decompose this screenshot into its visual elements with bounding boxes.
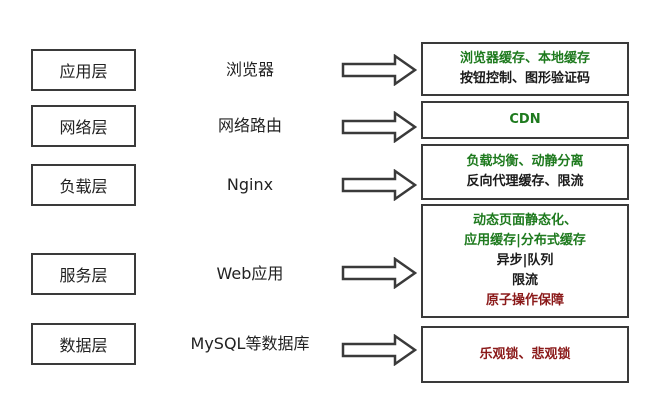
right-arrow-icon (341, 334, 417, 366)
layer-label: 应用层 (59, 62, 108, 81)
layer-box-application: 应用层 (31, 49, 136, 91)
layer-label: 数据层 (59, 336, 108, 355)
solution-line: CDN (509, 112, 541, 127)
solution-line: 动态页面静态化、 (472, 213, 577, 228)
right-arrow-icon (341, 111, 417, 143)
layer-box-service: 服务层 (31, 253, 136, 295)
tech-label-routing: 网络路由 (217, 116, 282, 135)
solution-box-application: 浏览器缓存、本地缓存 按钮控制、图形验证码 (421, 42, 629, 96)
right-arrow-icon (341, 257, 417, 289)
layer-box-load: 负载层 (31, 164, 136, 206)
solution-line: 浏览器缓存、本地缓存 (459, 51, 590, 66)
solution-line: 应用缓存|分布式缓存 (464, 233, 586, 248)
solution-line: 按钮控制、图形验证码 (459, 71, 590, 86)
tech-label-database: MySQL等数据库 (190, 334, 310, 353)
solution-line: 负载均衡、动静分离 (466, 154, 584, 169)
solution-line: 异步|队列 (496, 253, 554, 268)
layer-box-network: 网络层 (31, 105, 136, 147)
tech-label-browser: 浏览器 (225, 60, 274, 79)
layer-box-data: 数据层 (31, 323, 136, 365)
solution-line: 乐观锁、悲观锁 (479, 346, 571, 362)
layer-label: 服务层 (59, 266, 108, 285)
solution-line: 反向代理缓存、限流 (466, 174, 584, 189)
solution-box-network: CDN (421, 101, 629, 139)
solution-box-load: 负载均衡、动静分离 反向代理缓存、限流 (421, 144, 629, 200)
solution-box-service: 动态页面静态化、 应用缓存|分布式缓存 异步|队列 限流 原子操作保障 (421, 204, 629, 318)
tech-label-webapp: Web应用 (216, 264, 284, 283)
layer-label: 网络层 (59, 118, 108, 137)
solution-line: 限流 (511, 273, 538, 288)
solution-line: 原子操作保障 (485, 293, 564, 308)
right-arrow-icon (341, 54, 417, 86)
tech-label-nginx: Nginx (226, 175, 274, 194)
solution-box-data: 乐观锁、悲观锁 (421, 326, 629, 383)
right-arrow-icon (341, 169, 417, 201)
layer-label: 负载层 (59, 177, 108, 196)
